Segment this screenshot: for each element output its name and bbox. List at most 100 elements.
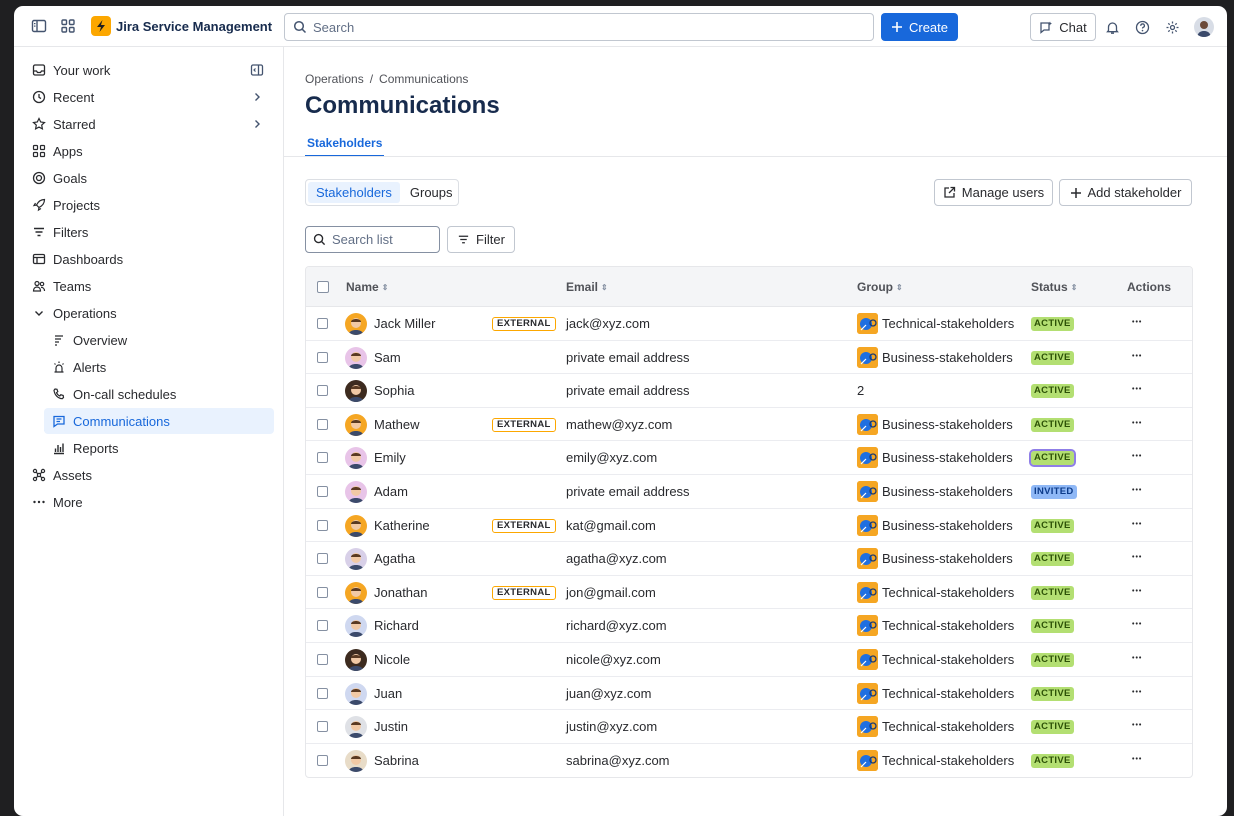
sidebar-item-your-work[interactable]: Your work <box>24 57 274 83</box>
sidebar-item-alerts[interactable]: Alerts <box>44 354 274 380</box>
row-checkbox[interactable] <box>317 519 328 531</box>
breadcrumb-operations[interactable]: Operations <box>305 72 364 86</box>
more-actions-icon[interactable]: ••• <box>1132 621 1142 628</box>
sidebar-item-assets[interactable]: Assets <box>24 462 274 488</box>
select-all-checkbox[interactable] <box>317 281 329 293</box>
more-actions-icon[interactable]: ••• <box>1132 554 1142 561</box>
chevron-right-icon[interactable] <box>249 89 265 105</box>
avatar <box>345 615 367 638</box>
row-checkbox[interactable] <box>317 721 328 733</box>
row-checkbox[interactable] <box>317 553 328 565</box>
row-checkbox[interactable] <box>317 754 328 766</box>
stakeholder-email: sabrina@xyz.com <box>566 752 670 768</box>
table-row[interactable]: Adam private email address Business-stak… <box>306 475 1192 509</box>
chevron-down-icon[interactable] <box>31 305 47 321</box>
more-actions-icon[interactable]: ••• <box>1132 689 1142 696</box>
row-checkbox[interactable] <box>317 452 328 464</box>
table-row[interactable]: Sam private email address Business-stake… <box>306 341 1192 375</box>
row-checkbox[interactable] <box>317 418 328 430</box>
profile-avatar[interactable] <box>1194 17 1214 37</box>
table-row[interactable]: Agatha agatha@xyz.com Business-stakehold… <box>306 542 1192 576</box>
more-actions-icon[interactable]: ••• <box>1132 588 1142 595</box>
manage-users-button[interactable]: Manage users <box>934 179 1053 206</box>
more-actions-icon[interactable]: ••• <box>1132 521 1142 528</box>
create-button[interactable]: Create <box>881 13 958 41</box>
row-checkbox[interactable] <box>317 385 328 397</box>
sidebar-toggle-icon[interactable] <box>30 17 48 35</box>
row-checkbox[interactable] <box>317 351 328 363</box>
sidebar-item-goals[interactable]: Goals <box>24 165 274 191</box>
search-list-input[interactable]: Search list <box>305 226 440 253</box>
sidebar-item-overview[interactable]: Overview <box>44 327 274 353</box>
more-actions-icon[interactable]: ••• <box>1132 386 1142 393</box>
view-segmented-control: Stakeholders Groups <box>305 179 459 206</box>
sidebar-item-reports[interactable]: Reports <box>44 435 274 461</box>
sidebar-item-more[interactable]: More <box>24 489 274 515</box>
sidebar-item-label: On-call schedules <box>73 386 177 402</box>
sidebar-item-apps[interactable]: Apps <box>24 138 274 164</box>
table-row[interactable]: Nicole nicole@xyz.com Technical-stakehol… <box>306 643 1192 677</box>
more-actions-icon[interactable]: ••• <box>1132 756 1142 763</box>
more-actions-icon[interactable]: ••• <box>1132 655 1142 662</box>
gear-icon[interactable] <box>1163 18 1181 36</box>
segment-groups[interactable]: Groups <box>402 182 461 203</box>
sidebar-item-recent[interactable]: Recent <box>24 84 274 110</box>
row-checkbox[interactable] <box>317 620 328 632</box>
sidebar-item-filters[interactable]: Filters <box>24 219 274 245</box>
sidebar-item-communications[interactable]: Communications <box>44 408 274 434</box>
jira-logo-icon[interactable] <box>91 16 111 36</box>
sidebar-item-dashboards[interactable]: Dashboards <box>24 246 274 272</box>
help-icon[interactable] <box>1133 18 1151 36</box>
row-checkbox[interactable] <box>317 485 328 497</box>
more-actions-icon[interactable]: ••• <box>1132 319 1142 326</box>
more-icon <box>31 494 47 510</box>
table-row[interactable]: Juan juan@xyz.com Technical-stakeholders… <box>306 677 1192 711</box>
chat-button[interactable]: Chat <box>1030 13 1096 41</box>
sidebar-item-teams[interactable]: Teams <box>24 273 274 299</box>
tab-stakeholders[interactable]: Stakeholders <box>307 136 382 150</box>
row-checkbox[interactable] <box>317 586 328 598</box>
avatar <box>345 313 367 335</box>
table-row[interactable]: Sophia private email address 2 ACTIVE ••… <box>306 374 1192 408</box>
collapse-sidebar-icon[interactable] <box>249 62 265 78</box>
table-row[interactable]: Jonathan EXTERNAL jon@gmail.com Technica… <box>306 576 1192 610</box>
row-checkbox[interactable] <box>317 687 328 699</box>
column-header-status[interactable]: Status ⇕ <box>1031 280 1077 294</box>
table-row[interactable]: Emily emily@xyz.com Business-stakeholder… <box>306 441 1192 475</box>
row-checkbox[interactable] <box>317 653 328 665</box>
table-row[interactable]: Katherine EXTERNAL kat@gmail.com Busines… <box>306 509 1192 543</box>
group-icon <box>857 615 878 637</box>
stakeholder-name: Nicole <box>374 651 411 667</box>
avatar <box>345 514 367 537</box>
table-row[interactable]: Richard richard@xyz.com Technical-stakeh… <box>306 609 1192 643</box>
bell-icon[interactable] <box>1103 18 1121 36</box>
sidebar-item-projects[interactable]: Projects <box>24 192 274 218</box>
sidebar-item-on-call-schedules[interactable]: On-call schedules <box>44 381 274 407</box>
breadcrumb-communications[interactable]: Communications <box>379 72 468 86</box>
add-stakeholder-button[interactable]: Add stakeholder <box>1059 179 1192 206</box>
column-header-email[interactable]: Email ⇕ <box>566 280 608 294</box>
table-row[interactable]: Jack Miller EXTERNAL jack@xyz.com Techni… <box>306 307 1192 341</box>
app-switcher-icon[interactable] <box>59 17 77 35</box>
table-row[interactable]: Mathew EXTERNAL mathew@xyz.com Business-… <box>306 408 1192 442</box>
row-checkbox[interactable] <box>317 318 328 329</box>
sidebar-item-starred[interactable]: Starred <box>24 111 274 137</box>
stakeholder-email: private email address <box>566 383 690 399</box>
table-row[interactable]: Sabrina sabrina@xyz.com Technical-stakeh… <box>306 744 1192 778</box>
column-header-name[interactable]: Name ⇕ <box>346 280 388 294</box>
segment-stakeholders[interactable]: Stakeholders <box>308 182 400 203</box>
more-actions-icon[interactable]: ••• <box>1132 353 1142 360</box>
table-row[interactable]: Justin justin@xyz.com Technical-stakehol… <box>306 710 1192 744</box>
filter-button[interactable]: Filter <box>447 226 515 253</box>
sort-icon: ⇕ <box>601 282 608 292</box>
more-actions-icon[interactable]: ••• <box>1132 453 1142 460</box>
global-search-input[interactable]: Search <box>284 13 874 41</box>
chevron-right-icon[interactable] <box>249 116 265 132</box>
app-name[interactable]: Jira Service Management <box>116 19 272 34</box>
more-actions-icon[interactable]: ••• <box>1132 722 1142 729</box>
more-actions-icon[interactable]: ••• <box>1132 420 1142 427</box>
more-actions-icon[interactable]: ••• <box>1132 487 1142 494</box>
sort-icon: ⇕ <box>1070 282 1078 292</box>
sidebar-item-operations[interactable]: Operations <box>24 300 274 326</box>
column-header-group[interactable]: Group ⇕ <box>857 280 903 294</box>
